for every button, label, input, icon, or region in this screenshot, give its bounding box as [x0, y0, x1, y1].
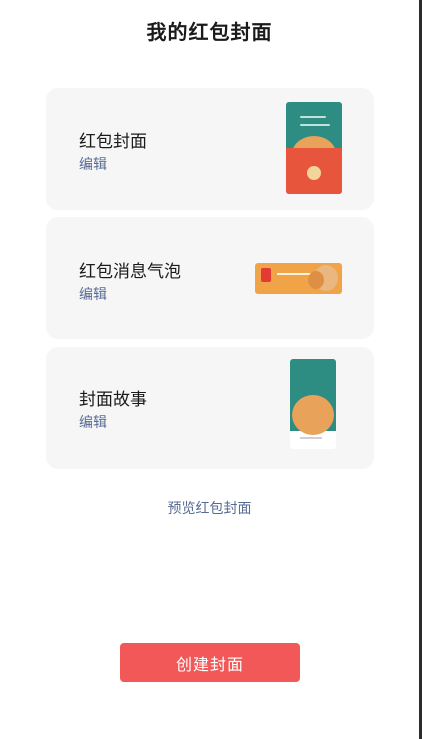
thumbnail-text-line: [300, 116, 326, 118]
card-cover-story[interactable]: 封面故事 编辑: [46, 347, 374, 469]
card-title: 封面故事: [79, 390, 147, 410]
card-message-bubble[interactable]: 红包消息气泡 编辑: [46, 217, 374, 339]
message-bubble-thumbnail: [255, 263, 342, 294]
page-title: 我的红包封面: [146, 20, 273, 44]
thumbnail-text-line: [300, 437, 322, 439]
edit-link[interactable]: 编辑: [79, 154, 107, 174]
card-red-envelope-cover[interactable]: 红包封面 编辑: [46, 88, 374, 210]
card-title: 红包消息气泡: [79, 262, 181, 282]
card-title: 红包封面: [79, 132, 147, 152]
cover-story-thumbnail: [290, 359, 336, 449]
thumbnail-text-line: [277, 273, 311, 275]
illustration-shape: [292, 395, 334, 435]
preview-cover-link[interactable]: 预览红包封面: [0, 498, 419, 518]
thumbnail-text-line: [300, 124, 330, 126]
red-envelope-cover-thumbnail: [286, 102, 342, 194]
edit-link[interactable]: 编辑: [79, 284, 107, 304]
create-cover-button[interactable]: 创建封面: [120, 643, 300, 682]
illustration-shape: [308, 271, 324, 289]
envelope-open-icon: [307, 166, 321, 180]
red-envelope-icon: [261, 268, 271, 282]
edit-link[interactable]: 编辑: [79, 412, 107, 432]
